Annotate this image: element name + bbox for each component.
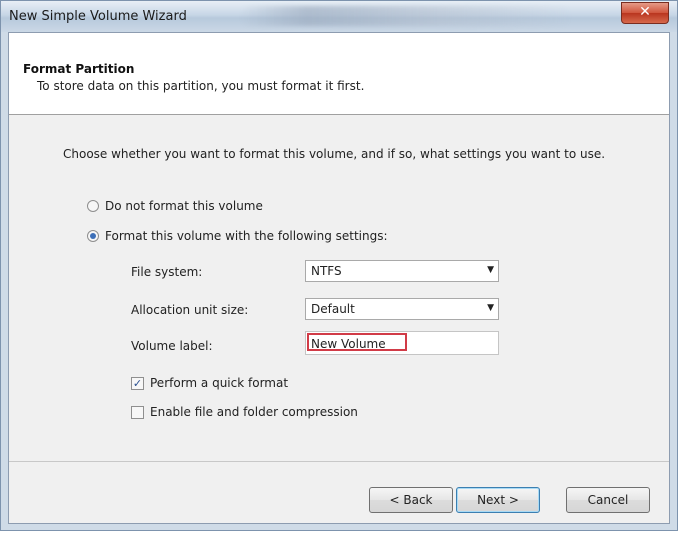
file-system-label: File system: bbox=[131, 265, 203, 279]
allocation-unit-value: Default bbox=[311, 302, 355, 316]
quick-format-label: Perform a quick format bbox=[150, 376, 289, 390]
compression-option[interactable]: Enable file and folder compression bbox=[131, 405, 358, 419]
file-system-value: NTFS bbox=[311, 264, 342, 278]
radio-label: Format this volume with the following se… bbox=[105, 229, 388, 243]
title-bar-glass bbox=[241, 6, 571, 26]
radio-button-selected[interactable] bbox=[87, 230, 99, 242]
cancel-button[interactable]: Cancel bbox=[566, 487, 650, 513]
radio-do-not-format[interactable]: Do not format this volume bbox=[87, 199, 263, 213]
window-title: New Simple Volume Wizard bbox=[9, 9, 187, 24]
back-button[interactable]: < Back bbox=[369, 487, 453, 513]
wizard-page: Format Partition To store data on this p… bbox=[8, 32, 670, 524]
compression-checkbox[interactable] bbox=[131, 405, 144, 419]
footer-divider bbox=[9, 461, 669, 462]
radio-label: Do not format this volume bbox=[105, 199, 263, 213]
allocation-unit-select[interactable]: Default ▼ bbox=[305, 298, 499, 320]
chevron-down-icon: ▼ bbox=[487, 265, 494, 275]
title-bar[interactable]: New Simple Volume Wizard ✕ bbox=[1, 1, 677, 32]
volume-label-value: New Volume bbox=[307, 333, 407, 351]
radio-format-volume[interactable]: Format this volume with the following se… bbox=[87, 229, 388, 243]
page-subtitle: To store data on this partition, you mus… bbox=[37, 79, 365, 93]
page-title: Format Partition bbox=[23, 62, 135, 76]
wizard-header: Format Partition To store data on this p… bbox=[9, 33, 669, 115]
quick-format-checkbox[interactable]: ✓ bbox=[131, 376, 144, 390]
chevron-down-icon: ▼ bbox=[487, 303, 494, 313]
intro-text: Choose whether you want to format this v… bbox=[63, 147, 606, 161]
allocation-unit-label: Allocation unit size: bbox=[131, 303, 249, 317]
radio-button[interactable] bbox=[87, 200, 99, 212]
wizard-window: New Simple Volume Wizard ✕ Format Partit… bbox=[0, 0, 678, 531]
next-button[interactable]: Next > bbox=[456, 487, 540, 513]
file-system-select[interactable]: NTFS ▼ bbox=[305, 260, 499, 282]
compression-label: Enable file and folder compression bbox=[150, 405, 358, 419]
volume-label-label: Volume label: bbox=[131, 339, 213, 353]
volume-label-input[interactable]: New Volume bbox=[305, 331, 499, 355]
close-button[interactable]: ✕ bbox=[621, 2, 669, 24]
quick-format-option[interactable]: ✓ Perform a quick format bbox=[131, 376, 288, 390]
